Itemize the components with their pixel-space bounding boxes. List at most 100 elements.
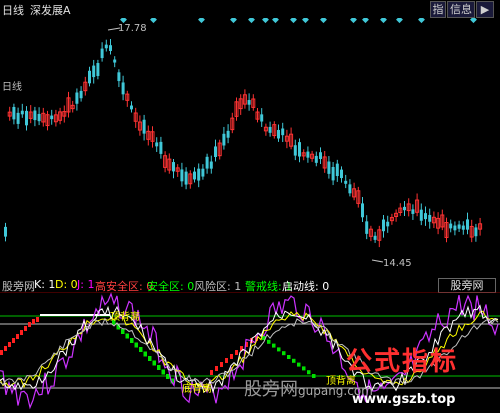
info-button[interactable]: 信息: [447, 1, 475, 18]
candle-body: [428, 214, 432, 222]
marker-diamond: ◆: [248, 18, 255, 25]
red-block: [210, 370, 213, 375]
red-block: [24, 326, 27, 331]
green-block: [152, 360, 156, 366]
red-block: [225, 358, 228, 363]
chart-period-label: 日线: [2, 80, 22, 93]
red-block: [16, 334, 19, 339]
candle-body: [268, 126, 272, 133]
candle-body: [306, 151, 310, 158]
marker-diamond: ◆: [302, 18, 309, 25]
candle-body: [172, 162, 175, 172]
index-button[interactable]: 指: [430, 1, 446, 18]
candle-body: [100, 48, 104, 59]
candles: [4, 39, 483, 248]
marker-diamond: ◆: [362, 18, 369, 25]
candle-body: [277, 129, 280, 139]
marker-diamond: ◆: [272, 18, 279, 25]
candle-body: [214, 146, 217, 157]
candle-body: [159, 141, 163, 154]
candle-body: [453, 225, 457, 231]
candle-body: [340, 169, 343, 179]
candle-body: [117, 72, 121, 82]
candle-body: [92, 65, 96, 78]
watermark-url: www.gszb.top: [352, 392, 456, 407]
candle-body: [449, 223, 453, 229]
candle-body: [382, 219, 385, 232]
candle-body: [365, 221, 369, 234]
green-block: [157, 365, 161, 370]
red-block: [220, 362, 223, 367]
period-label[interactable]: 日线: [2, 2, 24, 18]
candle-body: [373, 235, 377, 240]
watermark-formula: 公式指标: [346, 347, 459, 377]
candle-body: [298, 142, 301, 157]
candle-body: [293, 145, 297, 156]
green-block: [267, 339, 271, 344]
candlestick-chart[interactable]: ◆ ◆ ◆ ◆ ◆ ◆ ◆ ◆ ◆ ◆ ◆ ◆ ◆ ◆ ◆ ◆ 17.78 14.45 日线: [0, 18, 500, 278]
candle-body: [142, 119, 146, 134]
red-block: [20, 330, 23, 335]
red-block: [4, 346, 7, 351]
green-block: [161, 369, 165, 375]
bottom-divergence-label: 底背离: [182, 382, 212, 395]
candle-body: [25, 110, 28, 126]
candle-body: [4, 226, 7, 237]
green-block: [297, 362, 301, 367]
candle-body: [344, 180, 348, 184]
candle-body: [121, 82, 125, 95]
low-price-label: 14.45: [383, 258, 412, 269]
stock-name[interactable]: 深发展A: [30, 2, 71, 18]
candle-body: [361, 203, 364, 218]
candle-body: [260, 114, 264, 122]
green-block: [307, 370, 311, 375]
indicator-value-3: J: 1: [77, 278, 95, 291]
candle-body: [155, 142, 159, 147]
green-block: [292, 358, 296, 363]
candle-body: [403, 206, 406, 211]
red-block: [230, 354, 233, 359]
candle-body: [335, 163, 339, 177]
marker-diamond: ◆: [350, 18, 357, 25]
candle-body: [12, 106, 16, 120]
marker-diamond: ◆: [396, 18, 403, 25]
marker-diamond: ◆: [290, 18, 297, 25]
top-divergence-label: 顶背离: [110, 310, 140, 323]
candle-body: [37, 113, 41, 122]
candle-body: [16, 112, 20, 124]
candle-body: [75, 92, 79, 104]
candle-body: [331, 167, 335, 181]
candle-body: [319, 152, 322, 159]
marker-diamond: ◆: [230, 18, 237, 25]
candle-body: [247, 100, 251, 105]
green-block: [148, 356, 152, 361]
red-block: [28, 322, 31, 327]
candle-body: [281, 128, 285, 136]
marker-diamond: ◆: [418, 18, 425, 25]
candle-body: [193, 171, 196, 180]
green-block: [302, 366, 306, 371]
candle-body: [113, 59, 117, 63]
candle-body: [424, 213, 427, 220]
red-block: [36, 317, 39, 322]
indicator-header: 股旁网 K: 1 D: 0 J: 1 高安全区: 0 安全区: 0 风险区: 1 警戒线: 1…: [0, 277, 500, 293]
candle-body: [466, 219, 469, 230]
red-block: [215, 366, 218, 371]
green-block: [130, 338, 134, 343]
candle-body: [209, 161, 213, 169]
candle-body: [226, 130, 230, 138]
marker-diamond: ◆: [320, 18, 327, 25]
marker-diamond: ◆: [198, 18, 205, 25]
indicator-value-2: D: 0: [55, 278, 78, 291]
candle-body: [33, 110, 37, 121]
red-block: [8, 342, 11, 347]
indicator-select-button[interactable]: 股旁网: [438, 278, 496, 293]
candle-body: [79, 90, 83, 99]
red-block: [235, 350, 238, 355]
signal-markers: ◆ ◆ ◆ ◆ ◆ ◆ ◆ ◆ ◆ ◆ ◆ ◆ ◆ ◆ ◆ ◆: [120, 18, 477, 25]
red-block: [12, 338, 15, 343]
marker-diamond: ◆: [150, 18, 157, 25]
green-block: [134, 342, 138, 348]
expand-button[interactable]: ▶: [476, 1, 494, 18]
green-block: [143, 351, 147, 357]
